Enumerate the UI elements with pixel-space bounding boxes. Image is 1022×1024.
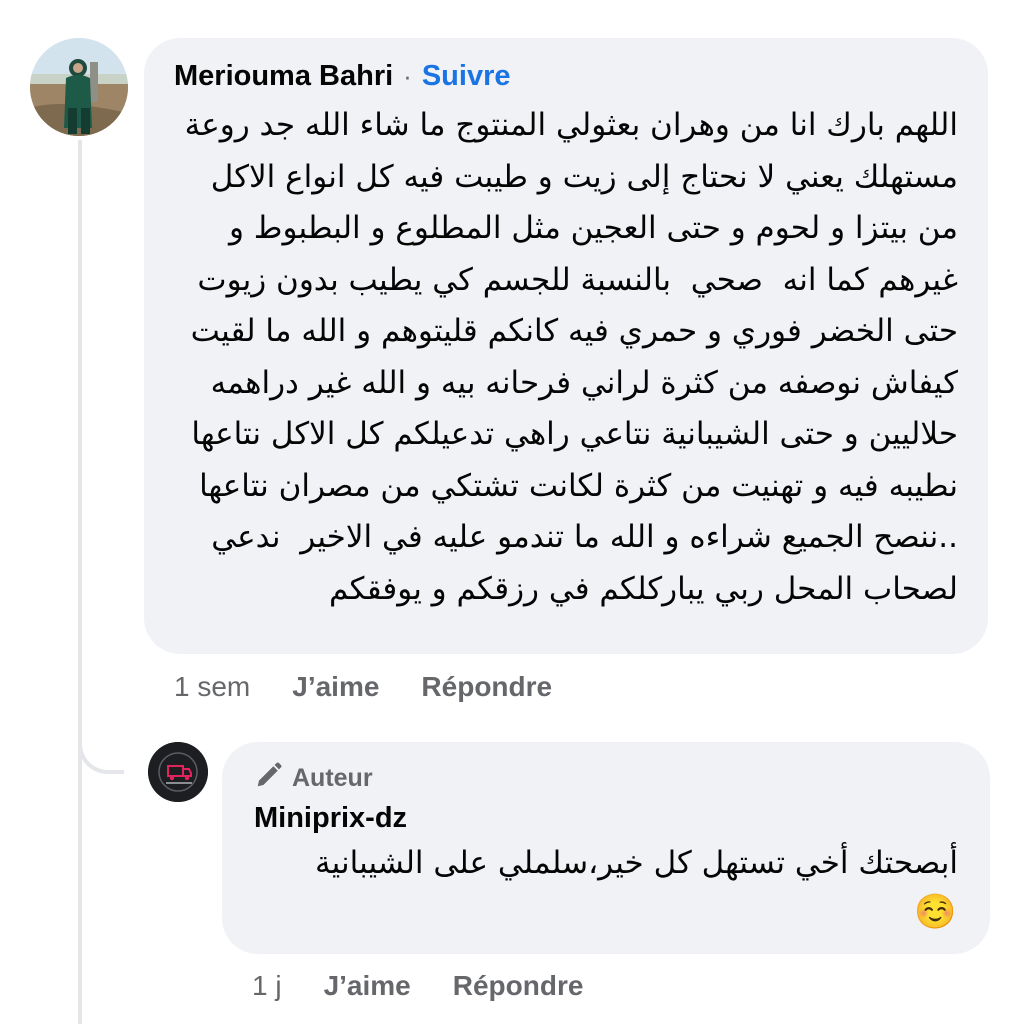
reply-author-name[interactable]: Miniprix-dz bbox=[254, 798, 958, 838]
page-avatar[interactable] bbox=[148, 742, 208, 802]
comment-timestamp[interactable]: 1 sem bbox=[174, 671, 250, 703]
reply-reply-button[interactable]: Répondre bbox=[453, 970, 584, 1002]
reply-timestamp[interactable]: 1 j bbox=[252, 970, 282, 1002]
comment-bubble: Meriouma Bahri · Suivre اللهم بارك انا م… bbox=[144, 38, 988, 654]
thread-branch-line bbox=[78, 690, 124, 774]
comment-actions: 1 sem J’aime Répondre bbox=[174, 667, 594, 707]
comment-text: اللهم بارك انا من وهران بعثولي المنتوج م… bbox=[174, 107, 958, 607]
like-button[interactable]: J’aime bbox=[292, 671, 379, 703]
thread-line bbox=[78, 140, 82, 1024]
reply-text: أبصحتك أخي تستهل كل خير،سلملي على الشيبا… bbox=[315, 845, 958, 881]
author-badge-label: Auteur bbox=[292, 763, 373, 792]
pencil-icon bbox=[254, 760, 284, 797]
comment-header: Meriouma Bahri · Suivre bbox=[174, 56, 958, 96]
separator-dot: · bbox=[403, 60, 412, 91]
reply-actions: 1 j J’aime Répondre bbox=[252, 966, 625, 1006]
comment-thread: Meriouma Bahri · Suivre اللهم بارك انا م… bbox=[0, 0, 1022, 1024]
comment-author-name[interactable]: Meriouma Bahri bbox=[174, 60, 393, 93]
smiling-face-emoji: ☺️ bbox=[914, 893, 957, 931]
reply-bubble: Auteur Miniprix-dz أبصحتك أخي تستهل كل خ… bbox=[222, 742, 990, 954]
follow-button[interactable]: Suivre bbox=[422, 60, 511, 93]
author-badge: Auteur bbox=[254, 762, 958, 794]
commenter-avatar[interactable] bbox=[30, 38, 128, 136]
reply-button[interactable]: Répondre bbox=[421, 671, 552, 703]
reply-like-button[interactable]: J’aime bbox=[324, 970, 411, 1002]
